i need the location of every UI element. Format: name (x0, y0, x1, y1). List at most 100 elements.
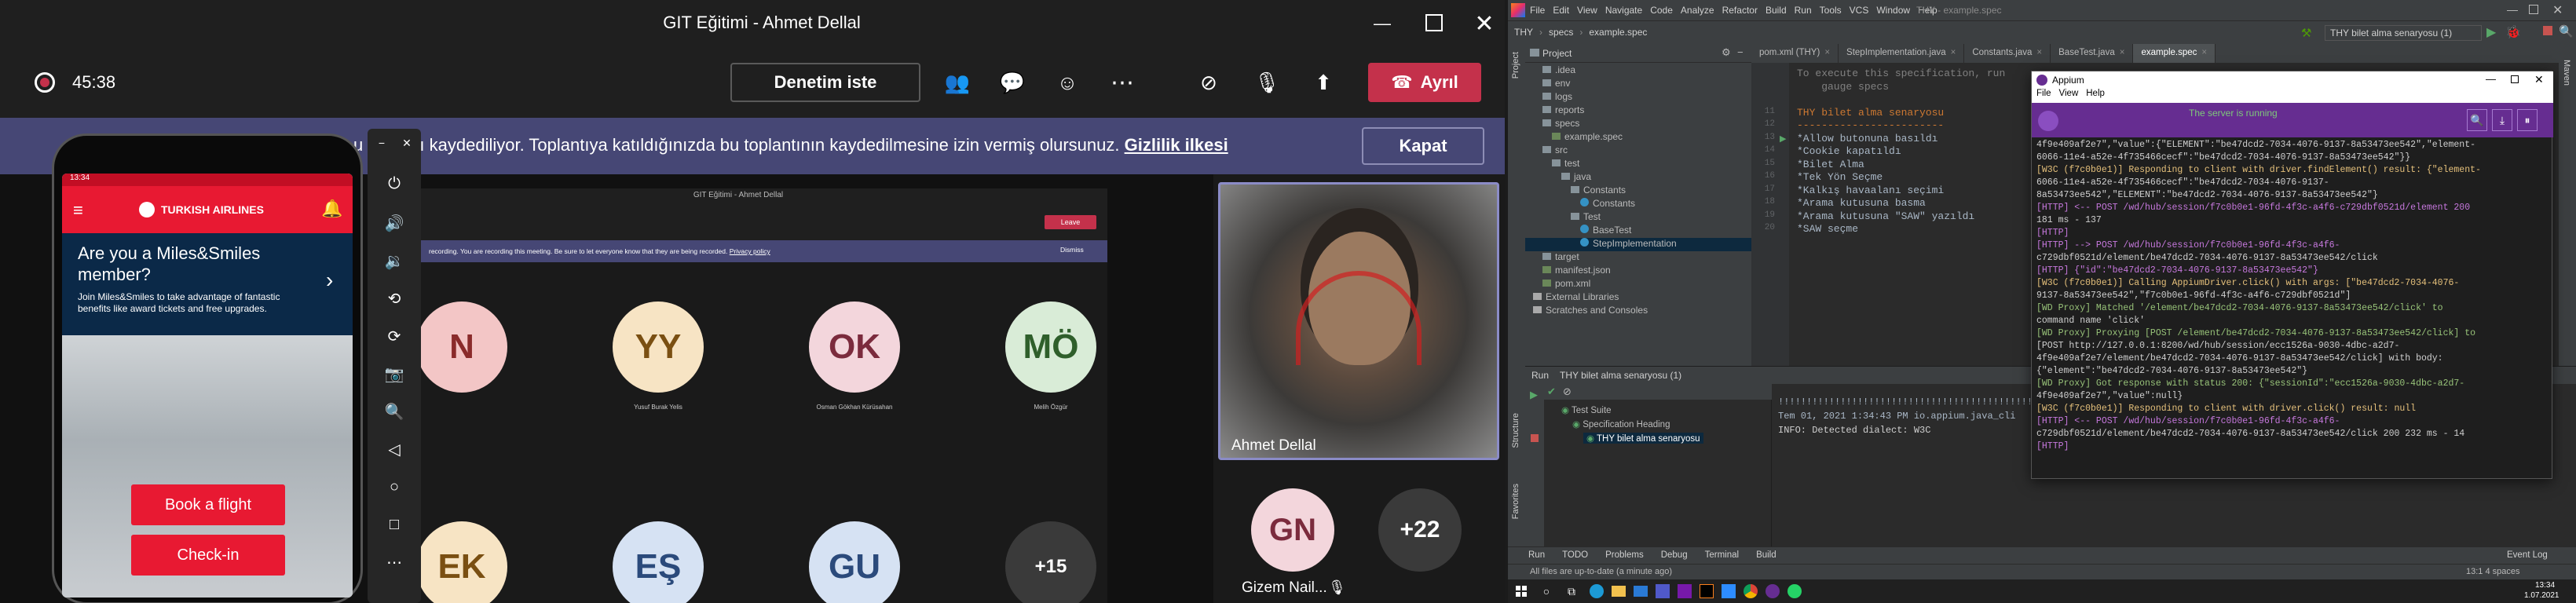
appium-menu-item[interactable]: Help (2086, 89, 2105, 103)
run-tab[interactable]: THY bilet alma senaryosu (1) (1560, 370, 1681, 381)
screenshot-icon[interactable]: 📷 (375, 358, 413, 389)
check-icon[interactable]: ✔ (1547, 386, 1556, 398)
tab-close-icon[interactable]: × (1824, 48, 1830, 57)
search-icon[interactable]: ○ (1536, 583, 1557, 600)
bottom-tool-tab[interactable]: Problems (1605, 550, 1644, 560)
more-participants-count[interactable]: +22 (1378, 488, 1462, 572)
emulator-minimize-icon[interactable]: − (372, 133, 391, 152)
menu-item[interactable]: Refactor (1722, 5, 1758, 16)
tree-item[interactable]: env (1525, 78, 1570, 91)
editor-tab[interactable]: BaseTest.java × (2051, 44, 2134, 63)
editor-tab[interactable]: pom.xml (THY) × (1751, 44, 1839, 63)
emulator-close-icon[interactable]: ✕ (397, 133, 416, 152)
debug-icon[interactable]: 🐞 (2505, 24, 2521, 40)
editor-tab[interactable]: Constants.java × (1964, 44, 2051, 63)
menu-item[interactable]: Run (1795, 5, 1812, 16)
leave-button[interactable]: ☎ Ayrıl (1368, 63, 1481, 102)
bottom-tool-tab[interactable]: Run (1528, 550, 1545, 560)
tree-item[interactable]: Constants (1525, 198, 1635, 211)
mail-icon[interactable] (1634, 586, 1648, 597)
teams-icon[interactable] (1656, 584, 1670, 598)
tree-item[interactable]: java (1525, 171, 1591, 185)
task-view-icon[interactable]: ⧉ (1561, 583, 1582, 600)
appium-log[interactable]: 4f9e409af2e7","value":{"ELEMENT":"be47dc… (2036, 139, 2547, 477)
bottom-tool-tab[interactable]: TODO (1562, 550, 1588, 560)
appium-minimize-icon[interactable]: — (2486, 73, 2496, 85)
presenter-video[interactable]: Ahmet Dellal (1218, 182, 1499, 460)
test-suite-node[interactable]: ◉ Test Suite (1561, 404, 1612, 415)
appium-download-icon[interactable]: ⤓ (2492, 109, 2512, 131)
project-tool-tab[interactable]: Project (1511, 52, 1520, 79)
tree-item[interactable]: specs (1525, 118, 1579, 131)
tree-item[interactable]: test (1525, 158, 1579, 171)
mic-off-icon[interactable]: 🎙 (1249, 64, 1285, 100)
hamburger-menu-icon[interactable]: ≡ (73, 200, 83, 221)
panel-gear-icon[interactable]: ⚙ (1722, 46, 1731, 59)
editor-tab[interactable]: StepImplementation.java × (1839, 44, 1965, 63)
book-flight-button[interactable]: Book a flight (131, 484, 285, 525)
privacy-link[interactable]: Gizlilik ilkesi (1125, 135, 1228, 155)
tab-close-icon[interactable]: × (2036, 48, 2042, 57)
spec-heading-node[interactable]: ◉ Specification Heading (1572, 418, 1670, 429)
windows-start-icon[interactable] (1516, 586, 1527, 597)
maven-tool-tab[interactable]: Maven (2562, 60, 2571, 86)
check-in-button[interactable]: Check-in (131, 535, 285, 576)
bottom-tool-tab[interactable]: Debug (1661, 550, 1688, 560)
more-actions-icon[interactable]: ⋯ (1104, 64, 1140, 100)
menu-item[interactable]: Build (1766, 5, 1787, 16)
overview-icon[interactable]: □ (375, 509, 413, 540)
hammer-icon[interactable]: ⚒ (2301, 26, 2311, 40)
appium-pause-icon[interactable]: ⏸ (2517, 109, 2538, 131)
status-position[interactable]: 13:1 4 spaces (2466, 567, 2520, 576)
menu-item[interactable]: View (1577, 5, 1597, 16)
appium-search-icon[interactable]: 🔍 (2467, 109, 2487, 131)
breadcrumb-item[interactable]: specs (1549, 27, 1573, 38)
chrome-icon[interactable] (1744, 584, 1758, 598)
notification-bell-icon[interactable]: 🔔 (321, 199, 342, 219)
tab-close-icon[interactable]: × (1951, 48, 1956, 57)
bottom-tool-tab[interactable]: Build (1756, 550, 1776, 560)
search-everywhere-icon[interactable]: 🔍 (2559, 24, 2574, 38)
breadcrumb-item[interactable]: example.spec (1589, 27, 1647, 38)
power-icon[interactable]: ⏻ (375, 168, 413, 199)
tree-item[interactable]: Test (1525, 211, 1601, 225)
ide-minimize-icon[interactable]: — (2507, 3, 2518, 16)
appium-menu-item[interactable]: File (2036, 89, 2051, 103)
run-stop-icon[interactable] (1531, 434, 1539, 442)
structure-tool-tab[interactable]: Structure (1511, 413, 1520, 448)
scenario-node[interactable]: ◉ THY bilet alma senaryosu (1583, 433, 1703, 444)
run-icon[interactable]: ▶ (2486, 24, 2496, 40)
breadcrumb-item[interactable]: THY (1514, 27, 1533, 38)
tree-item[interactable]: .idea (1525, 64, 1575, 78)
run-config-selector[interactable]: THY bilet alma senaryosu (1) (2325, 25, 2482, 41)
menu-item[interactable]: Tools (1820, 5, 1842, 16)
home-icon[interactable]: ○ (375, 471, 413, 502)
project-panel-title[interactable]: Project (1542, 48, 1572, 59)
clock-time[interactable]: 13:34 (2535, 581, 2555, 590)
tree-item[interactable]: src (1525, 144, 1568, 158)
participant-avatar-gn[interactable]: GN (1251, 488, 1334, 572)
tree-item[interactable]: reports (1525, 104, 1584, 118)
bottom-tool-tab[interactable]: Terminal (1705, 550, 1739, 560)
favorites-tool-tab[interactable]: Favorites (1511, 484, 1520, 519)
menu-item[interactable]: Analyze (1681, 5, 1714, 16)
close-icon[interactable]: ✕ (1469, 8, 1500, 39)
request-control-button[interactable]: Denetim iste (730, 63, 920, 102)
minimize-icon[interactable]: — (1367, 9, 1398, 38)
zoom-app-icon[interactable] (1722, 584, 1736, 598)
tree-item[interactable]: pom.xml (1525, 278, 1590, 291)
menu-item[interactable]: VCS (1850, 5, 1869, 16)
tree-item[interactable]: StepImplementation (1525, 238, 1751, 251)
rerun-icon[interactable]: ▶ (1530, 389, 1538, 401)
tree-item[interactable]: example.spec (1525, 131, 1623, 144)
edge-icon[interactable] (1590, 584, 1604, 598)
tree-item[interactable]: logs (1525, 91, 1572, 104)
maximize-icon[interactable] (1425, 14, 1443, 31)
clock-date[interactable]: 1.07.2021 (2524, 591, 2560, 600)
editor-tab[interactable]: example.spec × (2133, 44, 2216, 63)
tab-close-icon[interactable]: × (2201, 48, 2207, 57)
rotate-left-icon[interactable]: ⟲ (375, 283, 413, 314)
participants-icon[interactable]: 👥 (939, 64, 975, 100)
close-banner-button[interactable]: Kapat (1362, 127, 1484, 165)
zoom-icon[interactable]: 🔍 (375, 396, 413, 427)
